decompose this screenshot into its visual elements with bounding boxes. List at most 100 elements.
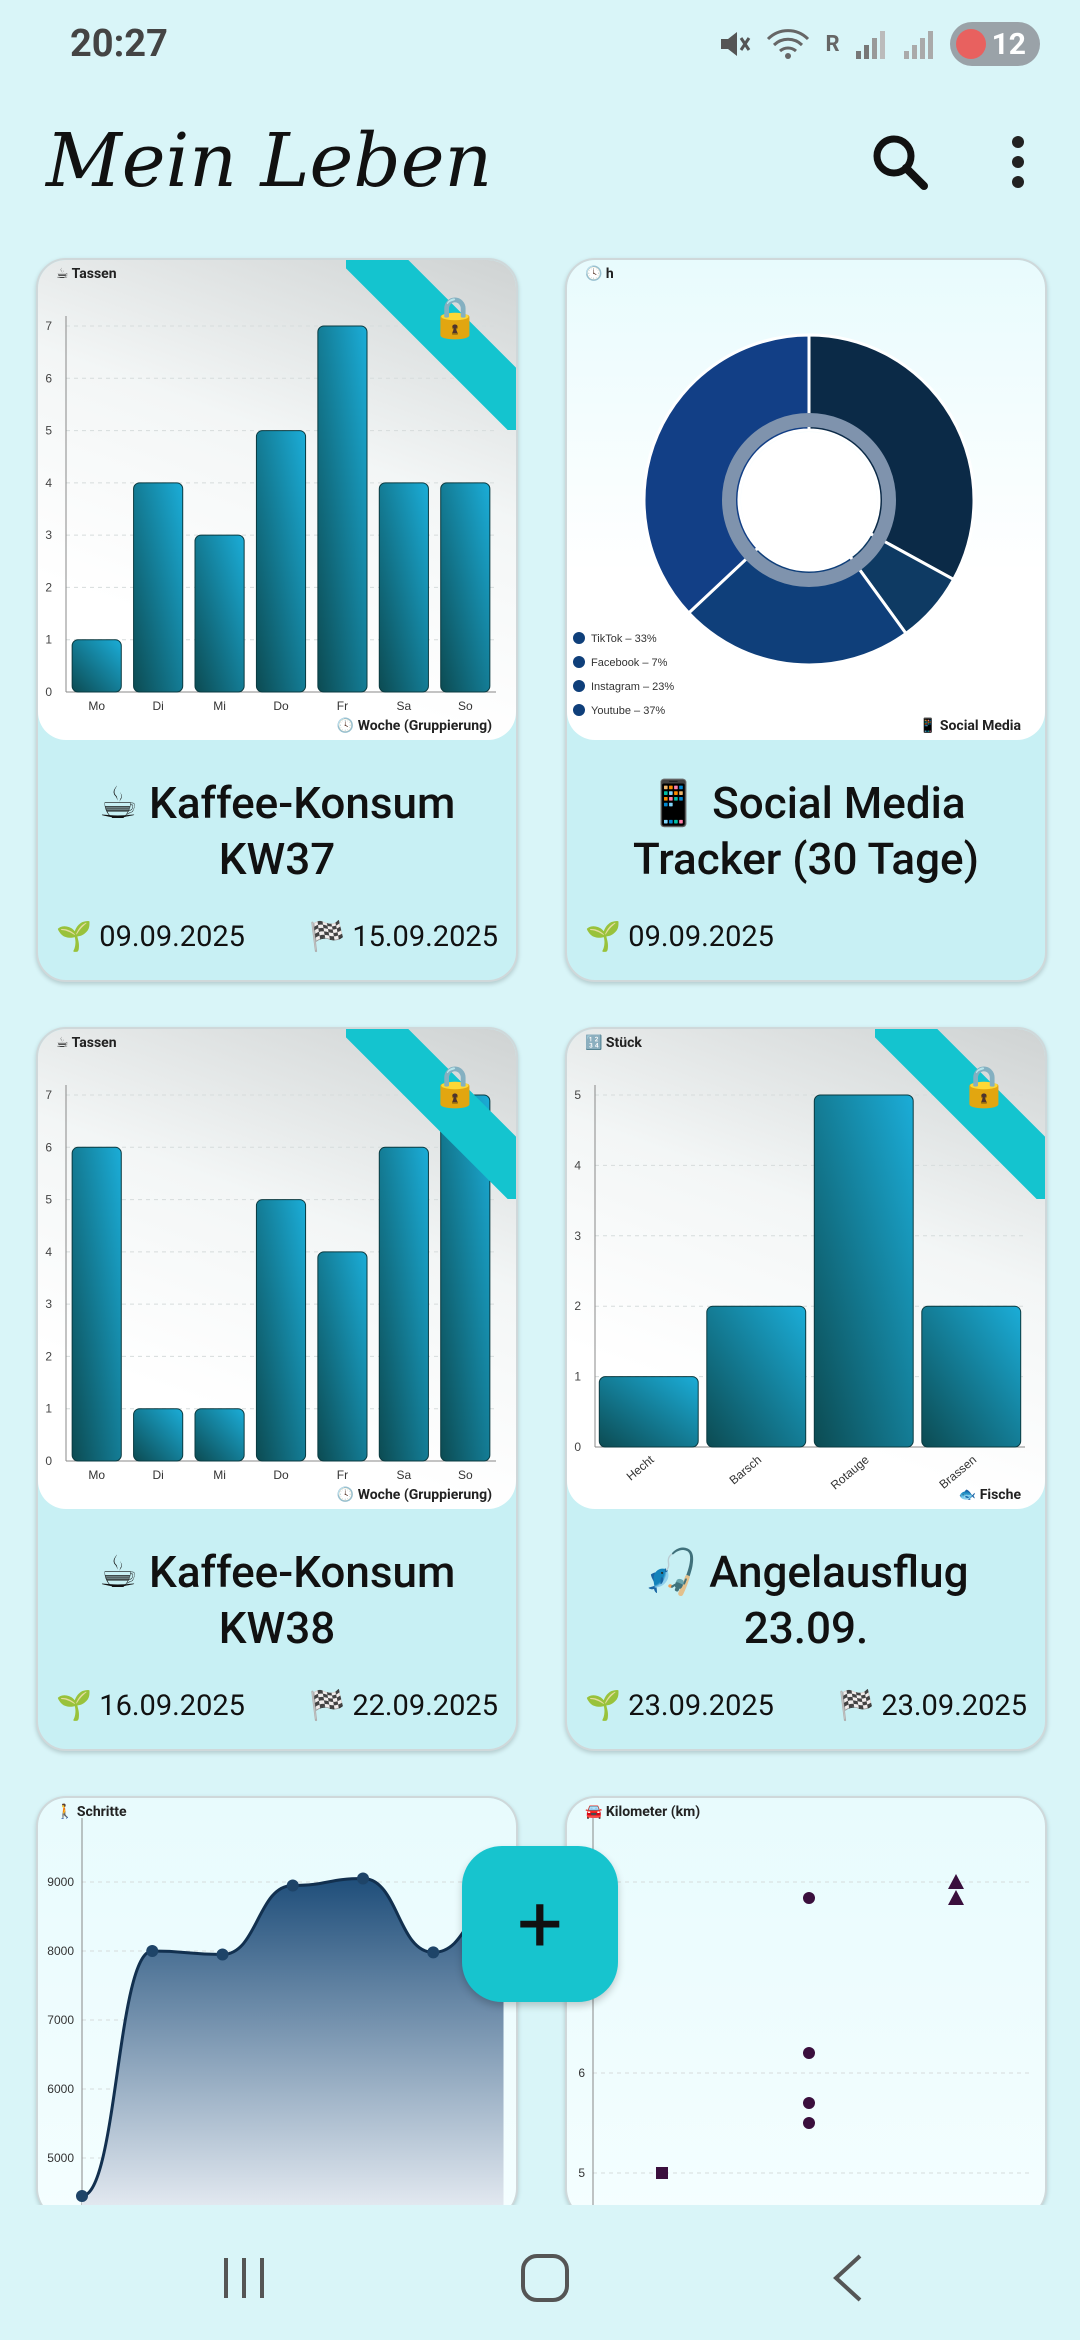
battery-level: 12 xyxy=(991,26,1026,62)
chart-footer-label: 🕓 Woche (Gruppierung) xyxy=(336,1487,492,1503)
chart-area: 🚶 Schritte 5000 6000 7000 8000 9000 xyxy=(38,1798,516,2218)
recent-apps-button[interactable] xyxy=(214,2250,274,2306)
wifi-icon xyxy=(767,29,810,59)
x-tick-label: Sa xyxy=(397,1468,412,1482)
y-tick-label: 5 xyxy=(578,2166,585,2180)
start-date: 🌱 09.09.2025 xyxy=(585,920,774,954)
card-kilometer[interactable]: 🚘 Kilometer (km) 56 xyxy=(565,1796,1047,2218)
y-tick-label: 2 xyxy=(574,1299,581,1313)
y-tick-label: 8000 xyxy=(47,1944,74,1958)
data-point-square xyxy=(656,2167,668,2179)
lock-icon: 🔒 xyxy=(430,294,480,341)
data-point-circle xyxy=(803,2097,815,2109)
chart-unit-label: 🚶 Schritte xyxy=(56,1804,127,1820)
y-tick-label: 3 xyxy=(45,528,52,542)
end-date: 🏁 23.09.2025 xyxy=(838,1689,1027,1723)
end-date: 🏁 15.09.2025 xyxy=(309,920,498,954)
legend-swatch xyxy=(573,656,585,668)
battery-indicator: 12 xyxy=(949,22,1040,66)
y-tick-label: 4 xyxy=(45,1245,52,1259)
y-tick-label: 5 xyxy=(45,1193,52,1207)
app-title: Mein Leben xyxy=(46,118,493,204)
locked-ribbon: 🔒 xyxy=(346,260,516,430)
bar xyxy=(921,1305,1022,1448)
x-tick-label: Fr xyxy=(337,699,348,713)
legend-label: Youtube – 37% xyxy=(591,705,665,717)
pie-hole xyxy=(741,432,877,568)
y-tick-label: 1 xyxy=(574,1370,581,1384)
back-button[interactable] xyxy=(820,2250,880,2306)
card-dates: 🌱 23.09.2025 🏁 23.09.2025 xyxy=(585,1689,1027,1723)
bar xyxy=(133,482,184,693)
lock-icon: 🔒 xyxy=(959,1063,1009,1110)
home-icon xyxy=(521,2254,569,2302)
bar xyxy=(598,1376,699,1448)
card-title: 📱 Social Media Tracker (30 Tage) xyxy=(632,777,980,885)
data-point xyxy=(216,1948,229,1961)
chart-footer-label: 📱 Social Media xyxy=(918,718,1021,734)
data-point xyxy=(427,1946,440,1959)
y-tick-label: 1 xyxy=(45,1402,52,1416)
y-tick-label: 4 xyxy=(45,476,52,490)
card-title: ☕ Kaffee-Konsum KW37 xyxy=(98,777,456,885)
x-tick-label: Mo xyxy=(88,699,105,713)
x-tick-label: Di xyxy=(152,699,163,713)
search-button[interactable] xyxy=(868,130,932,194)
signal-icon-2 xyxy=(903,31,933,59)
navigation-bar xyxy=(0,2205,1080,2340)
y-tick-label: 6 xyxy=(45,1140,52,1154)
y-tick-label: 2 xyxy=(45,580,52,594)
card-angelausflug[interactable]: 🔢 Stück 0 1 2 3 4 5 Hecht Barsch Rotauge Brassen … xyxy=(565,1027,1047,1751)
x-tick-label: Fr xyxy=(337,1468,348,1482)
data-point-circle xyxy=(803,2047,815,2059)
more-options-button[interactable] xyxy=(1000,130,1036,194)
x-tick-label: So xyxy=(458,1468,473,1482)
card-kaffee-kw37[interactable]: ☕ Tassen 0 1 2 3 4 5 6 7 Mo Di Mi Do Fr Sa So 🕓 Woche … xyxy=(36,258,518,982)
chart-area: 🔢 Stück 0 1 2 3 4 5 Hecht Barsch Rotauge Brassen … xyxy=(567,1029,1045,1509)
x-tick-label: Brassen xyxy=(936,1453,979,1492)
mute-icon xyxy=(721,32,751,56)
home-button[interactable] xyxy=(515,2250,575,2306)
card-schritte[interactable]: 🚶 Schritte 5000 6000 7000 8000 9000 xyxy=(36,1796,518,2218)
plus-icon: + xyxy=(517,1877,563,1971)
bar xyxy=(255,430,307,693)
legend-swatch xyxy=(573,704,585,716)
search-icon xyxy=(873,135,928,190)
data-point xyxy=(76,2189,88,2202)
x-tick-label: Sa xyxy=(397,699,412,713)
y-tick-label: 5000 xyxy=(47,2151,74,2165)
legend-swatch xyxy=(573,632,585,644)
x-tick-label: Mo xyxy=(88,1468,105,1482)
card-social-media[interactable]: 🕓 h TikTok – 33% Facebook – 7% Instagram –… xyxy=(565,258,1047,982)
locked-ribbon: 🔒 xyxy=(875,1029,1045,1199)
card-dates: 🌱 09.09.2025 🏁 15.09.2025 xyxy=(56,920,498,954)
x-tick-label: Mi xyxy=(213,1468,226,1482)
roaming-label: R xyxy=(825,31,840,57)
scatter-chart: 56 xyxy=(578,1818,1029,2209)
more-vert-icon xyxy=(1012,136,1024,188)
area-chart: 5000 6000 7000 8000 9000 xyxy=(47,1818,510,2218)
x-tick-label: Barsch xyxy=(727,1453,765,1488)
chart-unit-label: 🕓 h xyxy=(585,266,614,282)
end-date: 🏁 22.09.2025 xyxy=(309,1689,498,1723)
card-kaffee-kw38[interactable]: ☕ Tassen 0 1 2 3 4 5 6 7 Mo Di Mi Do Fr Sa So 🕓 Woche … xyxy=(36,1027,518,1751)
battery-saver-icon xyxy=(955,29,986,59)
bar xyxy=(317,1251,368,1462)
bar xyxy=(255,1199,307,1462)
chart-unit-label: 🔢 Stück xyxy=(585,1035,642,1051)
y-tick-label: 6000 xyxy=(47,2082,74,2096)
start-date: 🌱 23.09.2025 xyxy=(585,1689,774,1723)
chart-unit-label: 🚘 Kilometer (km) xyxy=(585,1804,701,1820)
status-time: 20:27 xyxy=(70,22,168,66)
y-tick-label: 9000 xyxy=(47,1875,74,1889)
y-tick-label: 1 xyxy=(45,633,52,647)
signal-icon xyxy=(855,31,885,59)
data-point xyxy=(357,1872,370,1885)
chart-area: 🚘 Kilometer (km) 56 xyxy=(567,1798,1045,2218)
add-button[interactable]: + xyxy=(462,1846,618,2002)
y-tick-label: 3 xyxy=(574,1229,581,1243)
y-tick-label: 2 xyxy=(45,1349,52,1363)
x-tick-label: Mi xyxy=(213,699,226,713)
legend-label: Facebook – 7% xyxy=(591,657,668,669)
card-dates: 🌱 16.09.2025 🏁 22.09.2025 xyxy=(56,1689,498,1723)
